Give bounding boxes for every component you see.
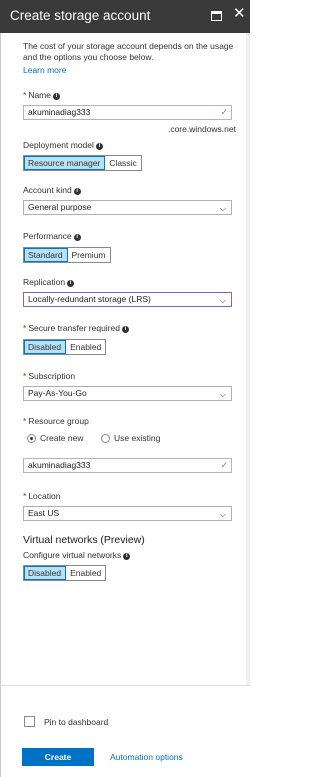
performance-toggle: Standard Premium <box>23 247 111 263</box>
resource-group-create-new[interactable]: Create new <box>27 433 83 443</box>
account-kind-label: Account kind i <box>23 185 81 195</box>
virtual-networks-title: Virtual networks (Preview) <box>23 534 145 546</box>
secure-transfer-disabled[interactable]: Disabled <box>24 340 67 354</box>
name-input-value: akuminadiag333 <box>28 107 91 117</box>
chevron-down-icon: ⌵ <box>219 510 226 519</box>
required-marker: * <box>23 90 27 100</box>
blade-content: The cost of your storage account depends… <box>0 33 246 685</box>
info-icon[interactable]: i <box>67 280 75 287</box>
configure-vnet-label: Configure virtual networks i <box>23 550 131 560</box>
account-kind-label-text: Account kind <box>23 185 72 195</box>
learn-more-link[interactable]: Learn more <box>23 65 66 75</box>
required-marker: * <box>23 416 27 426</box>
info-icon[interactable]: i <box>121 326 129 333</box>
account-kind-dropdown[interactable]: General purpose ⌵ <box>23 200 232 215</box>
chevron-down-icon: ⌵ <box>219 296 226 305</box>
deployment-model-classic[interactable]: Classic <box>105 156 140 170</box>
resource-group-use-existing[interactable]: Use existing <box>101 433 160 443</box>
maximize-icon[interactable] <box>211 11 222 21</box>
name-label-text: Name <box>28 90 51 100</box>
resource-group-input[interactable]: akuminadiag333 ✓ <box>23 458 232 473</box>
info-icon[interactable]: i <box>123 553 131 560</box>
name-label: * Name i <box>23 90 60 100</box>
required-marker: * <box>23 491 27 501</box>
use-existing-label: Use existing <box>114 433 161 443</box>
info-icon[interactable]: i <box>53 93 60 100</box>
scrollbar[interactable] <box>246 33 250 685</box>
deployment-model-label: Deployment model i <box>23 140 103 150</box>
subscription-label: * Subscription <box>23 371 75 381</box>
subscription-value: Pay-As-You-Go <box>28 388 87 398</box>
deployment-model-resource-manager[interactable]: Resource manager <box>24 156 106 170</box>
resource-group-label: * Resource group <box>23 416 89 426</box>
cost-info-text: The cost of your storage account depends… <box>23 41 234 62</box>
performance-label: Performance i <box>23 231 81 241</box>
close-icon[interactable]: ✕ <box>233 6 246 21</box>
resource-group-label-text: Resource group <box>28 416 89 426</box>
virtual-networks-enabled[interactable]: Enabled <box>66 566 105 580</box>
pin-to-dashboard-label: Pin to dashboard <box>44 717 109 727</box>
secure-transfer-label-text: Secure transfer required <box>28 323 120 333</box>
checkmark-icon: ✓ <box>220 107 228 117</box>
location-value: East US <box>28 508 60 518</box>
account-kind-value: General purpose <box>28 202 92 212</box>
replication-value: Locally-redundant storage (LRS) <box>28 294 151 304</box>
performance-standard[interactable]: Standard <box>24 248 68 262</box>
info-icon[interactable]: i <box>73 234 81 241</box>
secure-transfer-toggle: Disabled Enabled <box>23 339 107 355</box>
info-icon[interactable]: i <box>73 188 81 195</box>
pin-to-dashboard-checkbox[interactable] <box>24 716 35 727</box>
required-marker: * <box>23 323 27 333</box>
info-icon[interactable]: i <box>95 143 103 150</box>
name-input[interactable]: akuminadiag333 ✓ <box>23 105 232 120</box>
create-new-label: Create new <box>40 433 84 443</box>
virtual-networks-toggle: Disabled Enabled <box>23 565 107 581</box>
virtual-networks-disabled[interactable]: Disabled <box>24 566 67 580</box>
replication-label-text: Replication <box>23 277 66 287</box>
replication-dropdown[interactable]: Locally-redundant storage (LRS) ⌵ <box>23 292 232 307</box>
footer-divider <box>0 685 250 686</box>
radio-create-new[interactable] <box>27 433 36 443</box>
required-marker: * <box>23 371 27 381</box>
replication-label: Replication i <box>23 277 75 287</box>
performance-label-text: Performance <box>23 231 72 241</box>
subscription-label-text: Subscription <box>28 371 76 381</box>
deployment-model-toggle: Resource manager Classic <box>23 155 142 171</box>
create-button[interactable]: Create <box>22 748 94 766</box>
location-label: * Location <box>23 491 60 501</box>
name-suffix: .core.windows.net <box>167 124 236 134</box>
automation-options-link[interactable]: Automation options <box>110 752 183 762</box>
deployment-model-label-text: Deployment model <box>23 140 94 150</box>
configure-vnet-label-text: Configure virtual networks <box>23 550 122 560</box>
create-storage-account-blade: Create storage account ✕ The cost of you… <box>0 0 250 777</box>
location-dropdown[interactable]: East US ⌵ <box>23 506 232 521</box>
performance-premium[interactable]: Premium <box>68 248 110 262</box>
chevron-down-icon: ⌵ <box>219 204 226 213</box>
resource-group-value: akuminadiag333 <box>28 460 91 470</box>
checkmark-icon: ✓ <box>220 460 228 470</box>
subscription-dropdown[interactable]: Pay-As-You-Go ⌵ <box>23 386 232 401</box>
blade-header: Create storage account ✕ <box>0 0 250 33</box>
blade-title: Create storage account <box>10 8 151 23</box>
chevron-down-icon: ⌵ <box>219 390 226 399</box>
secure-transfer-label: * Secure transfer required i <box>23 323 129 333</box>
secure-transfer-enabled[interactable]: Enabled <box>66 340 105 354</box>
location-label-text: Location <box>28 491 61 501</box>
radio-use-existing[interactable] <box>101 433 110 443</box>
